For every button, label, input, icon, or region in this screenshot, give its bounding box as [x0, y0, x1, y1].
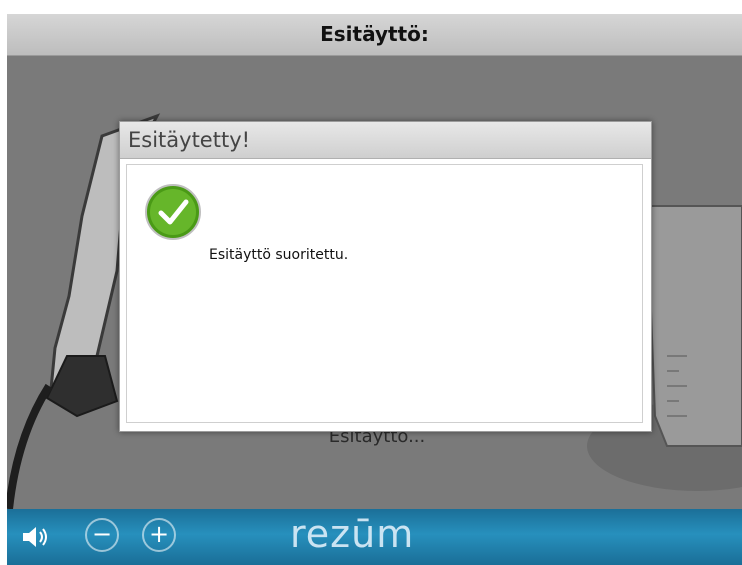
dialog-header: Esitäytetty! — [120, 122, 651, 159]
volume-icon[interactable] — [21, 523, 51, 551]
success-check-icon — [145, 184, 201, 240]
volume-down-button[interactable]: − — [85, 518, 119, 552]
dialog-body: Esitäyttö suoritettu. — [126, 164, 643, 423]
dialog-title: Esitäytetty! — [128, 128, 251, 152]
page-title: Esitäyttö: — [320, 22, 429, 46]
brand-logo: rezūm — [290, 512, 415, 556]
title-bar: Esitäyttö: — [7, 14, 742, 56]
dialog-message: Esitäyttö suoritettu. — [209, 247, 349, 263]
primed-dialog: Esitäytetty! Esitäyttö suoritettu. — [119, 121, 652, 432]
footer-bar: − + rezūm — [7, 509, 742, 565]
volume-up-button[interactable]: + — [142, 518, 176, 552]
